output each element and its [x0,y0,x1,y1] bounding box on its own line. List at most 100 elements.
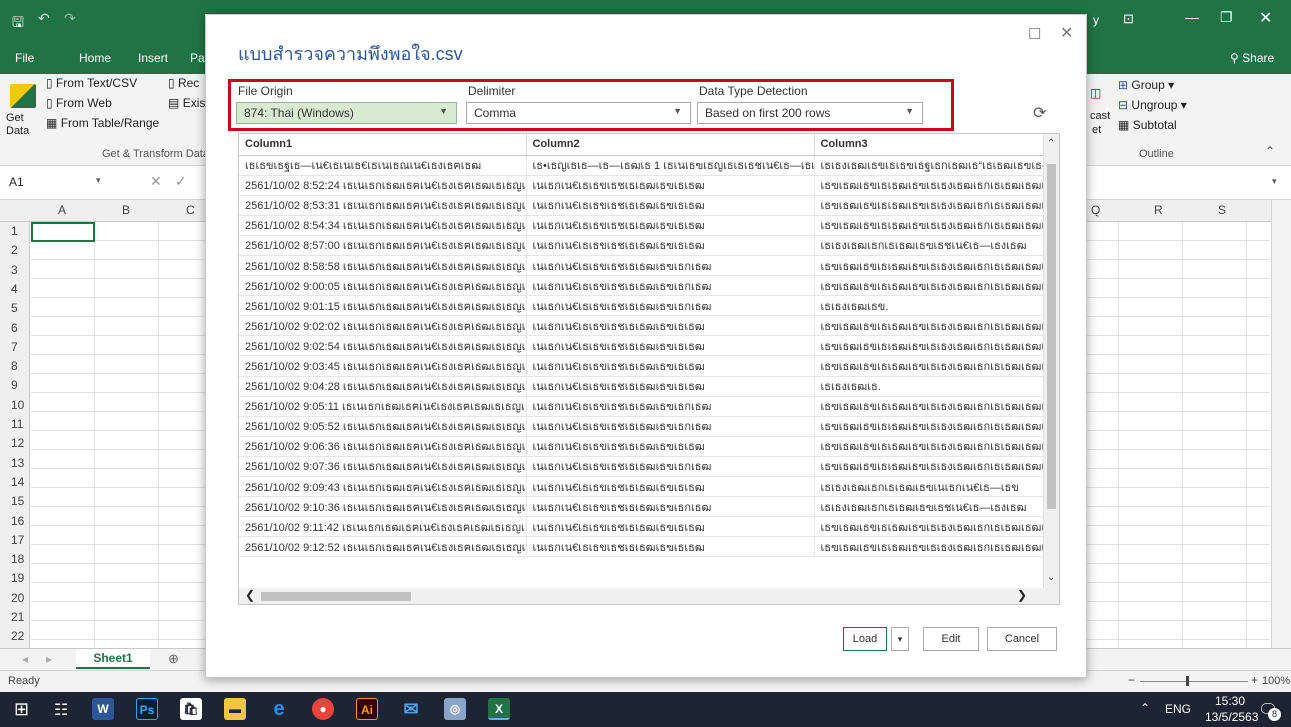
zoom-out-icon[interactable]: − [1128,673,1135,687]
start-windows-icon[interactable]: ⊞ [14,699,29,720]
column-header-q[interactable]: Q [1091,203,1100,217]
load-button[interactable]: Load [843,627,887,651]
column-header-b[interactable]: B [122,203,130,217]
undo-icon[interactable]: ↶ [38,10,50,27]
group-button[interactable]: ⊞ Group ▾ [1118,78,1174,92]
store-icon[interactable]: 🛍 [180,698,202,720]
zoom-slider[interactable] [1140,681,1248,682]
save-icon[interactable]: 🖫 [12,12,24,36]
load-options-button[interactable]: ▾ [891,627,909,651]
detection-select[interactable]: Based on first 200 rows ▼ [697,102,923,124]
scroll-sheets-left-icon[interactable]: ◂ [22,652,28,666]
from-text-csv-button[interactable]: ▯ From Text/CSV [46,76,137,90]
file-origin-select[interactable]: 874: Thai (Windows) ▼ [236,102,457,124]
row-header[interactable]: 18 [0,550,30,569]
language-indicator[interactable]: ENG [1165,702,1191,716]
column-header-c[interactable]: C [186,203,195,217]
zoom-slider-thumb[interactable] [1186,676,1189,686]
enter-formula-icon[interactable]: ✓ [175,173,187,190]
sheet-tab-sheet1[interactable]: Sheet1 [76,649,150,669]
scroll-sheets-right-icon[interactable]: ▸ [46,652,52,666]
row-header[interactable]: 13 [0,454,30,473]
close-dialog-icon[interactable]: ✕ [1060,23,1073,43]
row-header[interactable]: 14 [0,473,30,492]
mail-icon[interactable]: ✉ [400,698,422,720]
clock-time[interactable]: 15:30 [1215,694,1245,708]
restore-icon[interactable]: ❐ [1220,9,1233,26]
tab-file[interactable]: File [15,51,34,65]
row-header[interactable]: 16 [0,512,30,531]
scroll-left-icon[interactable]: ❮ [245,588,255,602]
row-header[interactable]: 15 [0,492,30,511]
delimiter-select[interactable]: Comma ▼ [466,102,691,124]
name-box-dropdown-icon[interactable]: ▾ [96,175,101,186]
zoom-level[interactable]: 100% [1262,675,1290,687]
preview-horizontal-scrollbar[interactable]: ❮ ❯ [239,588,1059,604]
refresh-preview-icon[interactable]: ⟳ [1033,103,1046,123]
row-header[interactable]: 19 [0,569,30,588]
minimize-icon[interactable]: — [1185,9,1199,25]
scrollbar-thumb[interactable] [1047,164,1056,509]
row-header[interactable]: 12 [0,434,30,453]
task-view-icon[interactable]: ☷ [54,700,68,720]
cancel-button[interactable]: Cancel [987,627,1057,651]
row-header[interactable]: 11 [0,415,30,434]
get-data-button[interactable]: Get Data [6,82,42,142]
row-header[interactable]: 9 [0,376,30,395]
row-header[interactable]: 6 [0,319,30,338]
tab-page[interactable]: Pa [190,51,205,65]
scroll-down-icon[interactable]: ⌄ [1047,572,1055,583]
row-header[interactable]: 21 [0,608,30,627]
chrome-icon[interactable]: ● [312,698,334,720]
from-web-button[interactable]: ▯ From Web [46,96,112,110]
row-header[interactable]: 22 [0,627,30,646]
expand-formula-icon[interactable]: ▾ [1272,176,1277,187]
row-header[interactable]: 8 [0,357,30,376]
clock-date[interactable]: 13/5/2563 [1205,710,1258,724]
row-header[interactable]: 4 [0,280,30,299]
row-header[interactable]: 1 [0,222,30,241]
row-header[interactable]: 7 [0,338,30,357]
excel-icon[interactable]: X [488,698,510,720]
app-icon[interactable]: ◎ [444,698,466,720]
illustrator-icon[interactable]: Ai [356,698,378,720]
from-table-button[interactable]: ▦ From Table/Range [46,116,159,130]
column-header-r[interactable]: R [1154,203,1163,217]
cancel-formula-icon[interactable]: ✕ [150,173,162,190]
new-sheet-icon[interactable]: ⊕ [168,651,179,667]
edge-icon[interactable]: e [268,698,290,720]
close-window-icon[interactable]: ✕ [1259,8,1272,28]
scroll-right-icon[interactable]: ❯ [1017,588,1027,602]
preview-vertical-scrollbar[interactable]: ⌃ ⌄ [1043,134,1059,590]
zoom-in-icon[interactable]: + [1251,673,1258,687]
row-header[interactable]: 2 [0,241,30,260]
edit-button[interactable]: Edit [923,627,979,651]
ungroup-button[interactable]: ⊟ Ungroup ▾ [1118,98,1187,112]
row-header[interactable]: 10 [0,396,30,415]
recent-sources-button[interactable]: ▯ Rec [168,76,199,90]
scroll-up-icon[interactable]: ⌃ [1047,138,1055,149]
file-explorer-icon[interactable]: ▬ [224,698,246,720]
redo-icon[interactable]: ↷ [64,10,76,27]
tab-home[interactable]: Home [79,51,111,65]
tab-insert[interactable]: Insert [138,51,168,65]
ribbon-display-icon[interactable]: ⊡ [1123,11,1134,27]
share-button[interactable]: ⚲ Share [1230,51,1274,65]
column-header-a[interactable]: A [58,203,66,217]
column-header-s[interactable]: S [1218,203,1226,217]
photoshop-icon[interactable]: Ps [136,698,158,720]
active-cell-a1[interactable] [31,222,95,242]
h-scrollbar-thumb[interactable] [261,592,411,601]
row-header[interactable]: 17 [0,531,30,550]
row-header[interactable]: 5 [0,299,30,318]
collapse-ribbon-icon[interactable]: ⌃ [1265,144,1275,158]
word-icon[interactable]: W [92,698,114,720]
row-header[interactable]: 3 [0,261,30,280]
subtotal-button[interactable]: ▦ Subtotal [1118,118,1177,132]
existing-connections-button[interactable]: ▤ Exis [168,96,205,110]
forecast-sheet-button[interactable]: ◫ [1090,86,1101,100]
maximize-dialog-icon[interactable]: ☐ [1028,25,1041,43]
sheet-vertical-scrollbar[interactable] [1271,200,1291,648]
tray-chevron-icon[interactable]: ⌃ [1140,701,1150,715]
row-header[interactable]: 20 [0,589,30,608]
